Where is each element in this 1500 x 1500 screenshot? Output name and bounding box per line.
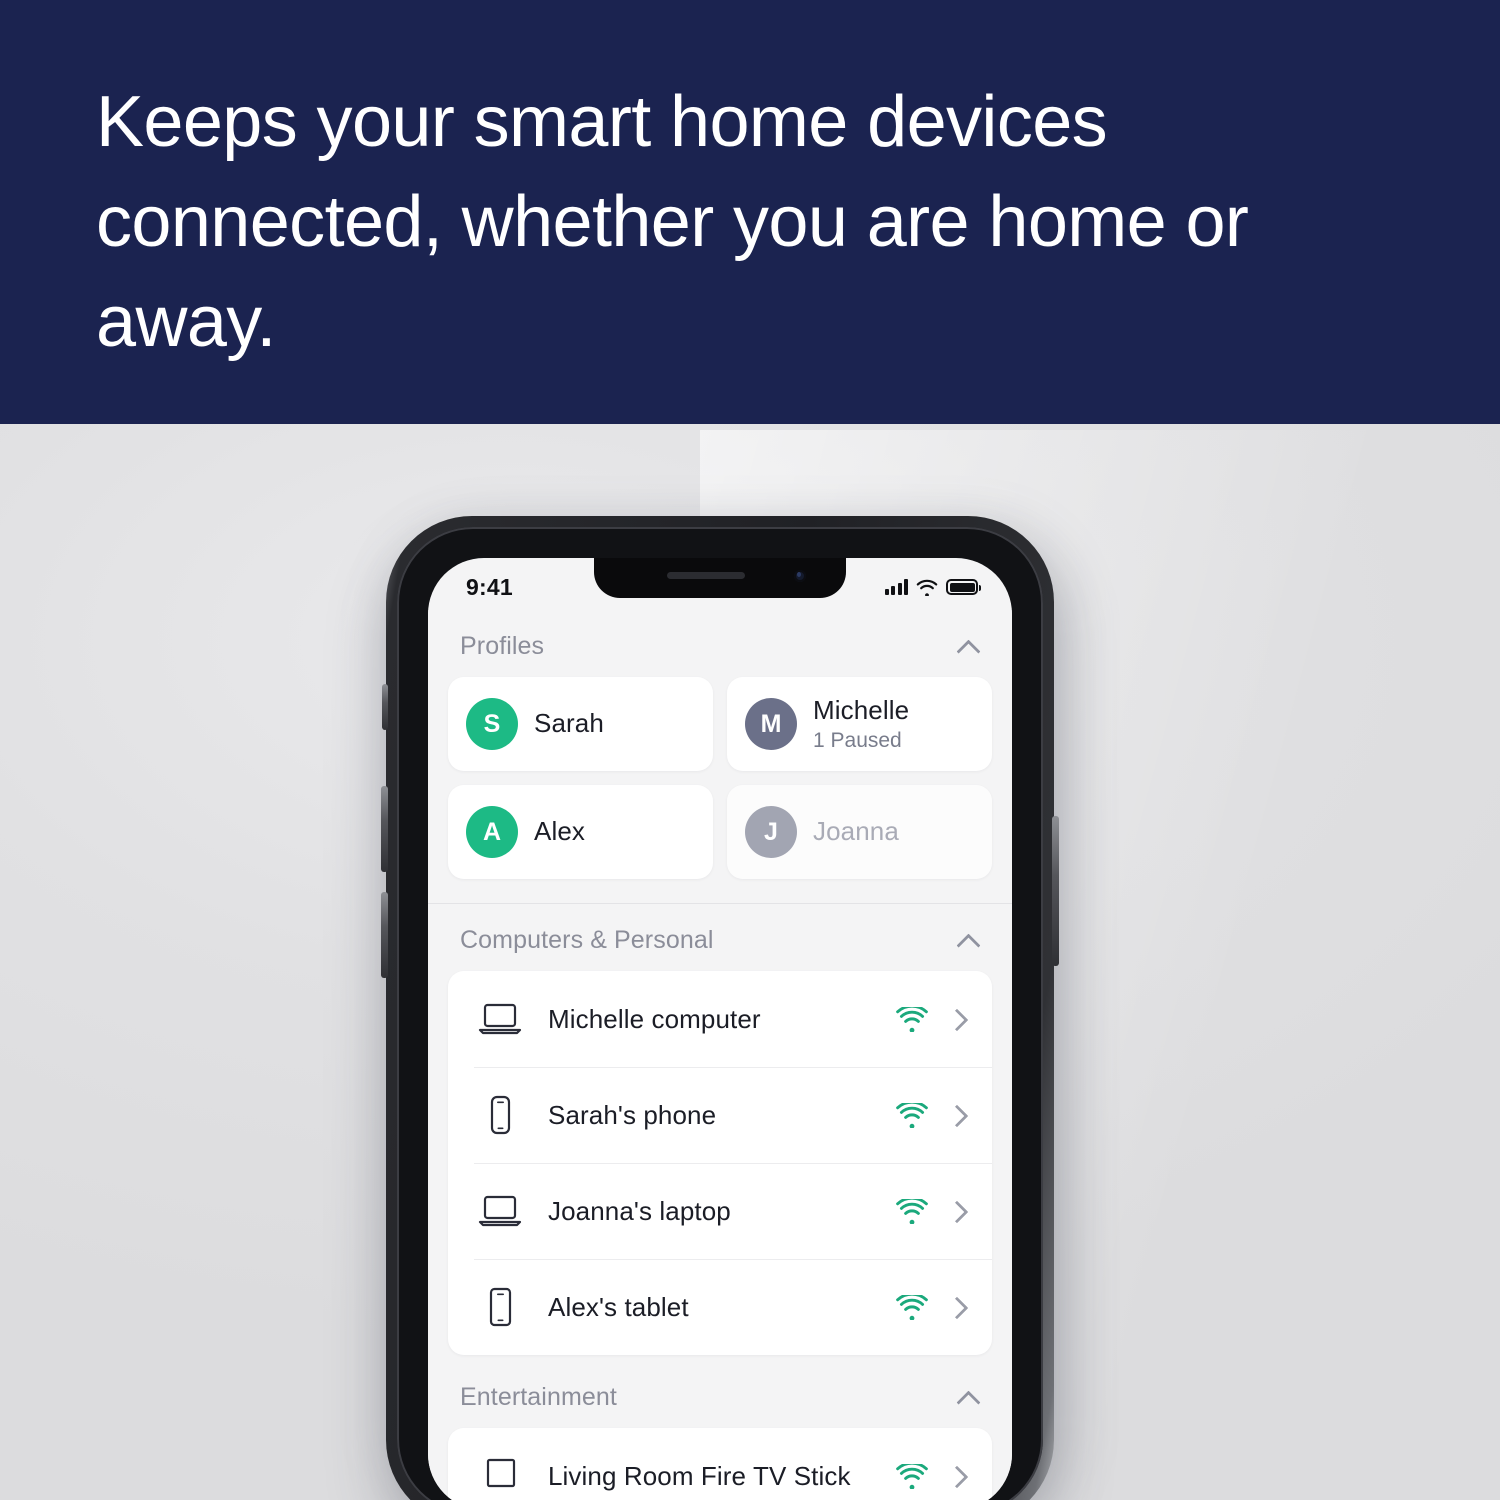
entertainment-device-list: Living Room Fire TV Stick: [448, 1428, 992, 1500]
power-button[interactable]: [1052, 816, 1059, 966]
app-content: Profiles S Sarah M Michelle 1 Paused A A…: [428, 610, 1012, 1500]
profile-card-alex[interactable]: A Alex: [448, 785, 713, 879]
device-name: Alex's tablet: [548, 1291, 689, 1322]
status-bar: 9:41: [428, 558, 1012, 610]
device-name: Living Room Fire TV Stick: [548, 1460, 851, 1491]
wifi-icon: [896, 1463, 928, 1489]
volume-down-button[interactable]: [381, 892, 388, 978]
volume-up-button[interactable]: [381, 786, 388, 872]
profile-card-michelle[interactable]: M Michelle 1 Paused: [727, 677, 992, 771]
device-row[interactable]: Alex's tablet: [448, 1259, 992, 1355]
computers-section-header[interactable]: Computers & Personal: [428, 904, 1012, 971]
profile-text: Alex: [534, 816, 585, 847]
chevron-right-icon[interactable]: [946, 1104, 968, 1126]
profiles-section-header[interactable]: Profiles: [428, 610, 1012, 677]
wifi-icon: [896, 1006, 928, 1032]
cellular-signal-icon: [884, 579, 908, 595]
entertainment-section-title: Entertainment: [460, 1383, 617, 1411]
computers-device-list: Michelle computer Sarah's phone Joanna's…: [448, 971, 992, 1355]
avatar-initial: M: [760, 709, 782, 738]
profiles-grid: S Sarah M Michelle 1 Paused A Alex J Joa…: [428, 677, 1012, 879]
wifi-icon: [916, 579, 938, 596]
wifi-icon: [896, 1102, 928, 1128]
promo-banner: Keeps your smart home devices connected,…: [0, 0, 1500, 424]
profile-text: Sarah: [534, 708, 604, 739]
device-name: Michelle computer: [548, 1003, 761, 1034]
computers-section-title: Computers & Personal: [460, 926, 714, 954]
chevron-right-icon[interactable]: [946, 1200, 968, 1222]
chevron-up-icon[interactable]: [956, 928, 982, 954]
banner-headline: Keeps your smart home devices connected,…: [96, 82, 1249, 362]
profile-name: Joanna: [813, 816, 899, 847]
tablet-icon: [474, 1284, 526, 1330]
device-row[interactable]: Sarah's phone: [448, 1067, 992, 1163]
profile-text: Michelle 1 Paused: [813, 695, 910, 752]
profile-name: Michelle: [813, 695, 910, 725]
status-icon-group: [884, 579, 981, 596]
entertainment-section-header[interactable]: Entertainment: [428, 1355, 1012, 1428]
laptop-icon: [474, 996, 526, 1042]
avatar: S: [466, 698, 518, 750]
chevron-right-icon[interactable]: [946, 1296, 968, 1318]
chevron-up-icon[interactable]: [956, 1385, 982, 1411]
profiles-section-title: Profiles: [460, 632, 545, 660]
device-row[interactable]: Living Room Fire TV Stick: [448, 1428, 992, 1500]
profile-card-joanna[interactable]: J Joanna: [727, 785, 992, 879]
avatar: A: [466, 806, 518, 858]
avatar: M: [745, 698, 797, 750]
phone-icon: [474, 1092, 526, 1138]
avatar-initial: A: [482, 817, 502, 846]
chevron-right-icon[interactable]: [946, 1008, 968, 1030]
chevron-up-icon[interactable]: [956, 634, 982, 660]
battery-full-icon: [946, 579, 981, 595]
profile-name: Alex: [534, 816, 585, 847]
tv-box-icon: [474, 1453, 526, 1499]
device-row[interactable]: Joanna's laptop: [448, 1163, 992, 1259]
phone-screen: 9:41 Profiles S Sarah M Michelle 1 Pause…: [428, 558, 1012, 1500]
silent-switch[interactable]: [382, 684, 388, 730]
device-row[interactable]: Michelle computer: [448, 971, 992, 1067]
wifi-icon: [896, 1294, 928, 1320]
avatar-initial: S: [483, 709, 501, 738]
status-time: 9:41: [466, 573, 513, 600]
phone-device: 9:41 Profiles S Sarah M Michelle 1 Pause…: [381, 516, 1059, 1500]
avatar: J: [745, 806, 797, 858]
laptop-icon: [474, 1188, 526, 1234]
profile-name: Sarah: [534, 708, 604, 739]
chevron-right-icon[interactable]: [946, 1465, 968, 1487]
wifi-icon: [896, 1198, 928, 1224]
profile-text: Joanna: [813, 816, 899, 847]
device-name: Sarah's phone: [548, 1099, 717, 1130]
device-name: Joanna's laptop: [548, 1195, 731, 1226]
screenshot-root: Keeps your smart home devices connected,…: [0, 0, 1500, 1500]
profile-status: 1 Paused: [813, 728, 902, 752]
avatar-initial: J: [764, 817, 778, 846]
profile-card-sarah[interactable]: S Sarah: [448, 677, 713, 771]
